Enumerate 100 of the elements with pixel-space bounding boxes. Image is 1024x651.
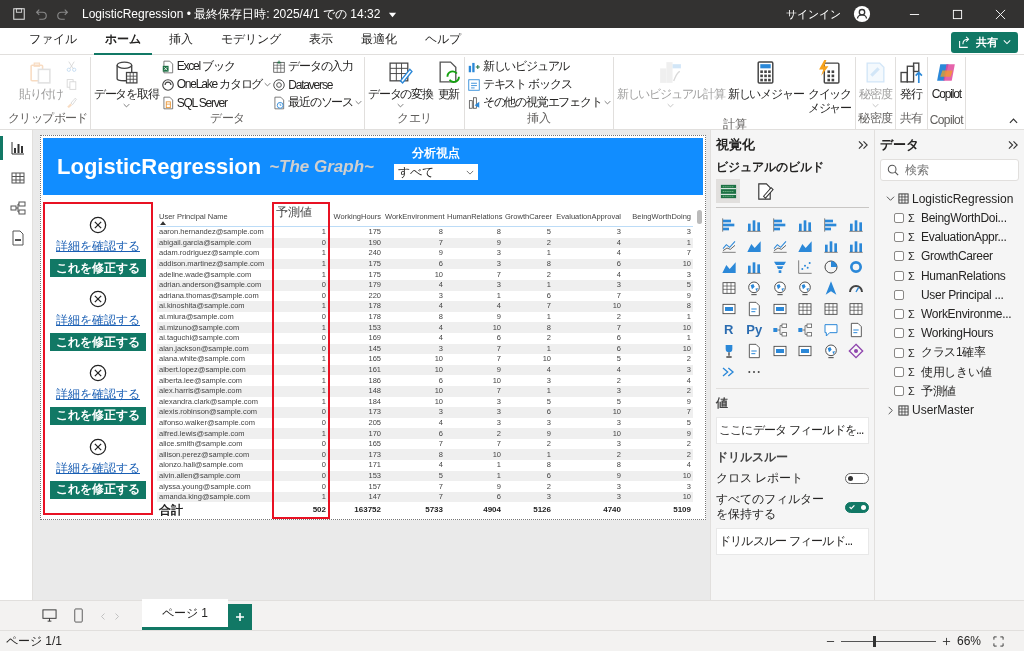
toggle-switch[interactable] [845, 501, 869, 513]
avatar-icon[interactable] [853, 5, 871, 23]
checkbox[interactable] [894, 270, 904, 281]
details-link[interactable]: 詳細を確認する [56, 238, 140, 256]
table-icon[interactable] [797, 301, 814, 317]
phone-icon[interactable] [71, 608, 86, 623]
field-name[interactable]: 使用しきい値 [921, 363, 992, 381]
ribbon-button[interactable]: SQL Server [160, 95, 227, 110]
collapse-icon[interactable] [1009, 118, 1018, 124]
diamond-icon[interactable] [848, 343, 865, 359]
ribbon-button[interactable]: 発行 [897, 59, 925, 103]
zoom-in-icon[interactable] [941, 636, 951, 646]
ribbon-button[interactable]: Excel ブック [160, 59, 235, 74]
ribbon-button[interactable]: データの入力 [272, 59, 354, 74]
fix-button[interactable]: これを修正する [50, 259, 146, 278]
ribbon-button[interactable]: OneLake カタログ [160, 77, 272, 92]
tree-icon[interactable] [771, 322, 788, 338]
scatter-chart-icon[interactable] [797, 259, 814, 275]
pie-chart-icon[interactable] [822, 259, 839, 275]
field-name[interactable]: User Principal ... [921, 287, 1004, 302]
ribbon-button[interactable]: その他の視覚エフェクト [466, 95, 611, 110]
undo-icon[interactable] [34, 7, 48, 21]
field-name[interactable]: HumanRelations [921, 268, 1006, 283]
fix-button[interactable]: これを修正する [50, 480, 146, 499]
card-icon[interactable] [771, 301, 788, 317]
maximize-icon[interactable] [952, 8, 963, 20]
checkbox[interactable] [894, 328, 904, 339]
column-chart-icon[interactable] [746, 217, 763, 233]
line-chart-icon[interactable] [771, 238, 788, 254]
menu-tab[interactable]: 最適化 [350, 26, 408, 56]
bar-chart-icon[interactable] [720, 217, 737, 233]
column-chart-icon[interactable] [797, 217, 814, 233]
fix-button[interactable]: これを修正する [50, 333, 146, 352]
donut-chart-icon[interactable] [848, 259, 865, 275]
checkbox[interactable] [894, 231, 904, 242]
tree-icon[interactable] [797, 322, 814, 338]
fix-button[interactable]: これを修正する [50, 406, 146, 425]
ribbon-button[interactable]: 更新 [434, 59, 462, 103]
checkbox[interactable] [894, 289, 904, 300]
script-visual-button[interactable]: R [724, 322, 734, 338]
field-name[interactable]: BeingWorthDoi... [921, 210, 1007, 225]
close-icon[interactable] [995, 8, 1006, 20]
ribbon-button[interactable]: 新しいビジュアル [466, 59, 570, 74]
chevron-down-icon[interactable] [886, 194, 895, 203]
column-chart-icon[interactable] [822, 238, 839, 254]
fit-icon[interactable] [993, 635, 1004, 647]
sign-in-link[interactable]: サインイン [786, 6, 841, 22]
field-name[interactable]: WorkEnvironme... [921, 307, 1012, 322]
globe-icon[interactable] [746, 280, 763, 296]
desktop-icon[interactable] [42, 608, 57, 623]
card-icon[interactable] [797, 343, 814, 359]
checkbox[interactable] [894, 251, 904, 262]
ribbon-button[interactable]: Copilot [930, 59, 962, 103]
page-tab[interactable]: ページ 1 [142, 599, 228, 630]
field-name[interactable]: EvaluationAppr... [921, 229, 1007, 244]
build-tab[interactable] [716, 179, 740, 203]
globe-icon[interactable] [822, 343, 839, 359]
table-name[interactable]: LogisticRegression [912, 191, 1014, 206]
checkbox[interactable] [894, 347, 904, 358]
column-header[interactable]: 予測値 [273, 203, 329, 227]
ribbon-button[interactable]: テキスト ボックス [466, 77, 572, 92]
ribbon-button[interactable]: Dataverse [272, 77, 333, 92]
menu-tab[interactable]: ヘルプ [414, 26, 472, 56]
search-field[interactable]: 検索 [880, 159, 1019, 181]
field-well[interactable]: ドリルスルー フィールド... [716, 527, 869, 555]
globe-icon[interactable] [797, 280, 814, 296]
checkbox[interactable] [894, 367, 904, 377]
document-icon[interactable] [848, 322, 865, 338]
field-name[interactable]: クラス1確率 [921, 344, 986, 362]
bar-chart-icon[interactable] [771, 217, 788, 233]
menu-tab[interactable]: 挿入 [158, 26, 204, 56]
column-chart-icon[interactable] [848, 217, 865, 233]
field-name[interactable]: WorkingHours [921, 326, 994, 341]
column-chart-icon[interactable] [746, 259, 763, 275]
checkbox[interactable] [894, 386, 904, 397]
menu-tab[interactable]: 表示 [298, 26, 344, 56]
ribbon-button[interactable]: 最近のソース [272, 95, 363, 110]
details-link[interactable]: 詳細を確認する [56, 312, 140, 330]
script-visual-button[interactable]: Py [746, 322, 763, 338]
details-link[interactable]: 詳細を確認する [56, 385, 140, 403]
redo-icon[interactable] [56, 7, 70, 21]
column-chart-icon[interactable] [848, 238, 865, 254]
table-icon[interactable] [822, 301, 839, 317]
document-icon[interactable] [746, 301, 763, 317]
zoom-slider[interactable] [873, 635, 877, 647]
checkbox[interactable] [894, 309, 904, 320]
field-name[interactable]: GrowthCareer [921, 249, 993, 264]
ribbon-button[interactable]: データを取得 [92, 59, 160, 108]
ribbon-button[interactable]: データの変換 [367, 59, 434, 108]
card-icon[interactable] [771, 343, 788, 359]
globe-icon[interactable] [771, 280, 788, 296]
line-chart-icon[interactable] [720, 238, 737, 254]
document-icon[interactable] [746, 343, 763, 359]
collapse-icon[interactable] [858, 140, 869, 150]
share-button[interactable]: 共有 [951, 31, 1018, 53]
table-icon[interactable] [848, 301, 865, 317]
bar-chart-icon[interactable] [822, 217, 839, 233]
add-page-button[interactable] [228, 604, 252, 630]
field-name[interactable]: 予測値 [921, 382, 957, 400]
menu-tab[interactable]: ファイル [18, 26, 88, 56]
